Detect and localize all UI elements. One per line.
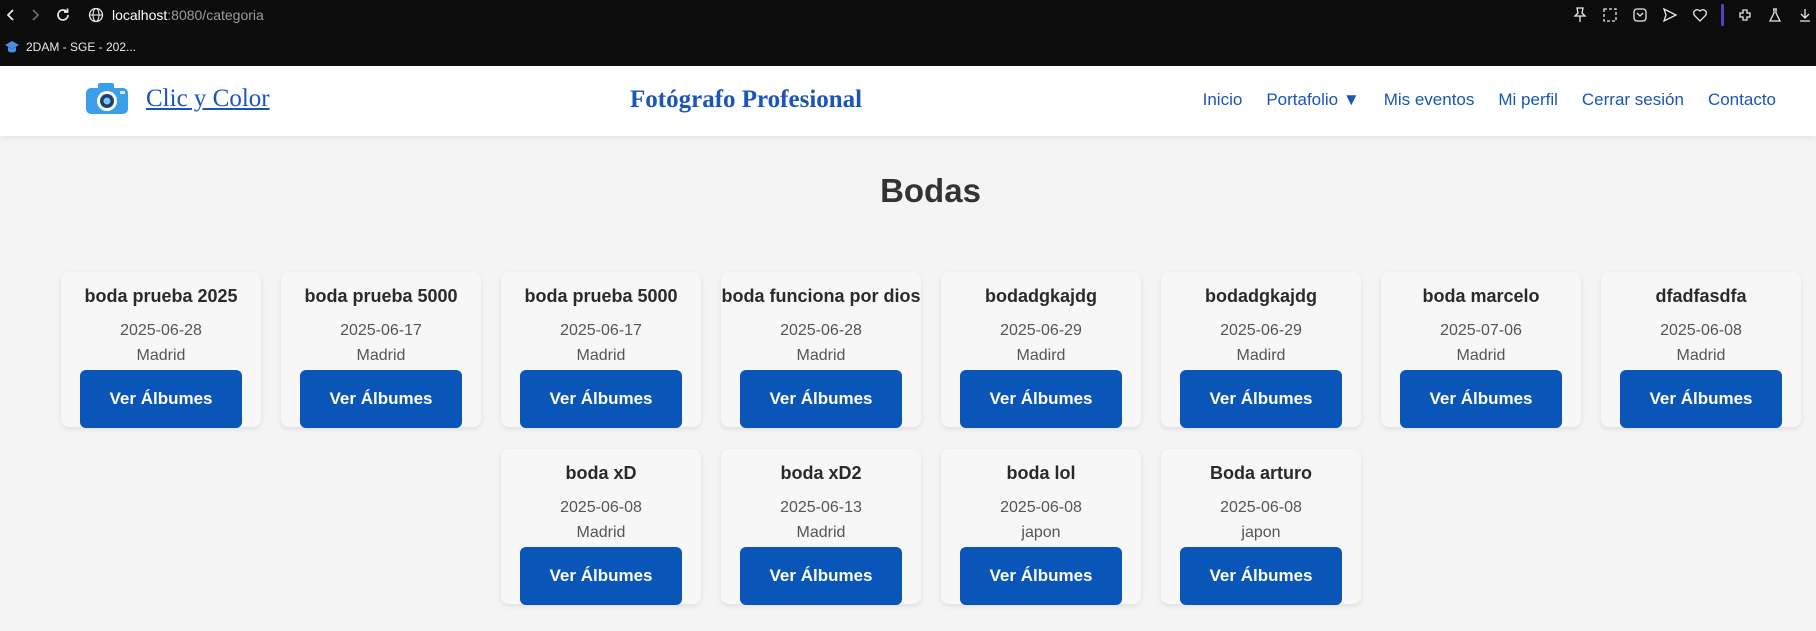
event-name: boda xD2 bbox=[780, 463, 862, 483]
pin-icon[interactable] bbox=[1571, 6, 1589, 24]
bookmark-item[interactable]: 2DAM - SGE - 202... bbox=[26, 40, 136, 54]
event-date: 2025-06-13 bbox=[780, 499, 862, 516]
event-card: bodadgkajdg 2025-06-29 Madird Ver Álbume… bbox=[941, 272, 1141, 428]
page-title: Bodas bbox=[880, 172, 981, 209]
nav-portafolio-dropdown[interactable]: Portafolio ▼ bbox=[1266, 90, 1359, 110]
forward-arrow-icon bbox=[32, 9, 40, 21]
event-name: boda prueba 5000 bbox=[524, 286, 678, 306]
bookmarks-bar: 2DAM - SGE - 202... bbox=[0, 36, 136, 58]
brand[interactable]: Clic y Color bbox=[84, 80, 270, 118]
event-location: Madrid bbox=[576, 347, 626, 364]
event-date: 2025-06-08 bbox=[1660, 322, 1742, 339]
event-date: 2025-06-08 bbox=[1000, 499, 1082, 516]
event-card: boda prueba 5000 2025-06-17 Madrid Ver Á… bbox=[501, 272, 701, 428]
browser-chrome: localhost:8080/categoria 2DAM - SGE - 20… bbox=[0, 0, 1816, 66]
browser-toolbar: localhost:8080/categoria bbox=[0, 0, 1816, 30]
nav-mi-perfil[interactable]: Mi perfil bbox=[1498, 90, 1558, 110]
view-albums-button[interactable]: Ver Álbumes bbox=[1180, 370, 1342, 428]
view-albums-button[interactable]: Ver Álbumes bbox=[80, 370, 242, 428]
view-albums-button[interactable]: Ver Álbumes bbox=[960, 370, 1122, 428]
event-date: 2025-06-28 bbox=[780, 322, 862, 339]
site-title: Fotógrafo Profesional bbox=[630, 86, 863, 113]
event-name: bodadgkajdg bbox=[1205, 286, 1317, 306]
view-albums-button[interactable]: Ver Álbumes bbox=[520, 547, 682, 605]
event-date: 2025-06-29 bbox=[1000, 322, 1082, 339]
brand-name[interactable]: Clic y Color bbox=[146, 85, 270, 113]
event-location: Madird bbox=[1016, 347, 1066, 364]
nav-inicio[interactable]: Inicio bbox=[1203, 90, 1243, 110]
event-date: 2025-06-29 bbox=[1220, 322, 1302, 339]
screenshot-icon[interactable] bbox=[1601, 6, 1619, 24]
main-nav: Inicio Portafolio ▼ Mis eventos Mi perfi… bbox=[1203, 90, 1776, 110]
url-host: localhost bbox=[112, 7, 168, 23]
event-location: Madrid bbox=[356, 347, 406, 364]
event-date: 2025-06-08 bbox=[560, 499, 642, 516]
event-date: 2025-06-17 bbox=[560, 322, 642, 339]
event-location: Madrid bbox=[796, 524, 846, 541]
event-name: bodadgkajdg bbox=[985, 286, 1097, 306]
flask-icon[interactable] bbox=[1766, 6, 1784, 24]
event-location: Madrid bbox=[136, 347, 186, 364]
event-name: dfadfasdfa bbox=[1655, 286, 1747, 306]
extensions-icon[interactable] bbox=[1736, 6, 1754, 24]
event-location: japon bbox=[1021, 524, 1061, 541]
event-location: Madrid bbox=[1676, 347, 1726, 364]
download-icon[interactable] bbox=[1796, 6, 1814, 24]
view-albums-button[interactable]: Ver Álbumes bbox=[1400, 370, 1562, 428]
event-card: boda xD2 2025-06-13 Madrid Ver Álbumes bbox=[721, 449, 921, 605]
forward-button[interactable] bbox=[24, 4, 46, 26]
event-location: Madrid bbox=[1456, 347, 1506, 364]
event-location: Madrid bbox=[576, 524, 626, 541]
event-card: dfadfasdfa 2025-06-08 Madrid Ver Álbumes bbox=[1601, 272, 1801, 428]
address-bar[interactable]: localhost:8080/categoria bbox=[88, 3, 264, 27]
heart-icon[interactable] bbox=[1691, 6, 1709, 24]
reload-button[interactable] bbox=[52, 4, 74, 26]
view-albums-button[interactable]: Ver Álbumes bbox=[1620, 370, 1782, 428]
nav-cerrar-sesion[interactable]: Cerrar sesión bbox=[1582, 90, 1684, 110]
view-albums-button[interactable]: Ver Álbumes bbox=[300, 370, 462, 428]
event-location: Madrid bbox=[796, 347, 846, 364]
back-button[interactable] bbox=[0, 4, 22, 26]
event-card: boda prueba 5000 2025-06-17 Madrid Ver Á… bbox=[281, 272, 481, 428]
view-albums-button[interactable]: Ver Álbumes bbox=[740, 370, 902, 428]
reload-icon bbox=[57, 8, 69, 21]
event-card: boda funciona por dios 2025-06-28 Madrid… bbox=[721, 272, 921, 428]
event-date: 2025-06-17 bbox=[340, 322, 422, 339]
event-card: Boda arturo 2025-06-08 japon Ver Álbumes bbox=[1161, 449, 1361, 605]
event-name: boda prueba 2025 bbox=[84, 286, 238, 306]
nav-mis-eventos[interactable]: Mis eventos bbox=[1384, 90, 1475, 110]
event-name: boda xD bbox=[565, 463, 637, 483]
back-arrow-icon bbox=[6, 9, 14, 21]
event-card: boda lol 2025-06-08 japon Ver Álbumes bbox=[941, 449, 1141, 605]
toolbar-separator bbox=[1721, 4, 1724, 26]
view-albums-button[interactable]: Ver Álbumes bbox=[740, 547, 902, 605]
event-date: 2025-06-28 bbox=[120, 322, 202, 339]
event-card: bodadgkajdg 2025-06-29 Madird Ver Álbume… bbox=[1161, 272, 1361, 428]
event-location: Madird bbox=[1236, 347, 1286, 364]
globe-icon bbox=[88, 7, 104, 23]
event-card: boda prueba 2025 2025-06-28 Madrid Ver Á… bbox=[61, 272, 261, 428]
event-card: boda xD 2025-06-08 Madrid Ver Álbumes bbox=[501, 449, 701, 605]
extensions-area bbox=[1571, 4, 1816, 26]
view-albums-button[interactable]: Ver Álbumes bbox=[1180, 547, 1342, 605]
event-date: 2025-06-08 bbox=[1220, 499, 1302, 516]
event-name: boda marcelo bbox=[1422, 286, 1540, 306]
nav-contacto[interactable]: Contacto bbox=[1708, 90, 1776, 110]
camera-logo-icon bbox=[86, 83, 128, 114]
pocket-icon[interactable] bbox=[1631, 6, 1649, 24]
view-albums-button[interactable]: Ver Álbumes bbox=[520, 370, 682, 428]
url-path: :8080/categoria bbox=[167, 7, 264, 23]
event-name: boda funciona por dios bbox=[721, 286, 921, 306]
event-location: japon bbox=[1241, 524, 1281, 541]
event-name: boda lol bbox=[1006, 463, 1076, 483]
event-name: Boda arturo bbox=[1209, 463, 1312, 483]
site-header: Clic y Color Fotógrafo Profesional Inici… bbox=[0, 66, 1816, 136]
event-card: boda marcelo 2025-07-06 Madrid Ver Álbum… bbox=[1381, 272, 1581, 428]
graduation-cap-icon bbox=[5, 41, 19, 53]
send-icon[interactable] bbox=[1661, 6, 1679, 24]
event-name: boda prueba 5000 bbox=[304, 286, 458, 306]
event-date: 2025-07-06 bbox=[1440, 322, 1522, 339]
view-albums-button[interactable]: Ver Álbumes bbox=[960, 547, 1122, 605]
